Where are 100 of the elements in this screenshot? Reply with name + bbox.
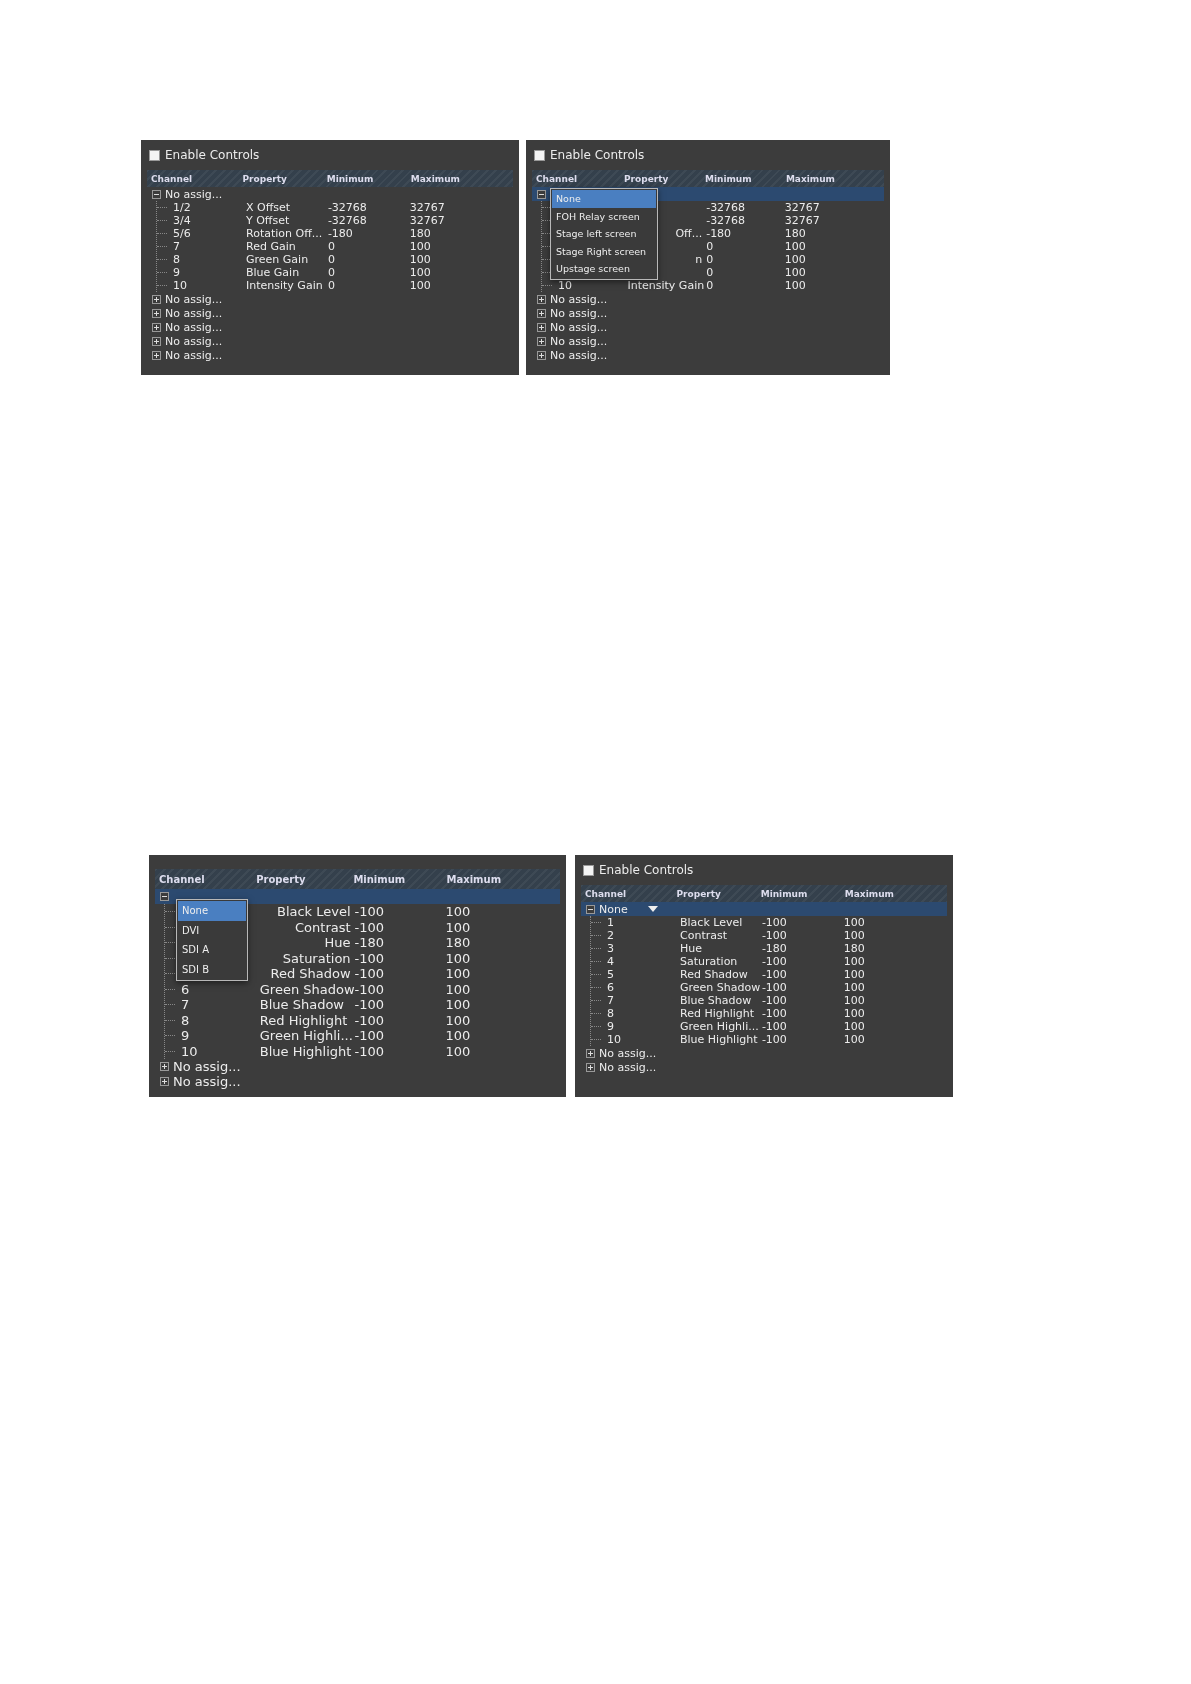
minimum-cell: -100 (354, 981, 385, 997)
menu-item[interactable]: None (178, 901, 246, 921)
expand-icon[interactable] (152, 322, 161, 332)
menu-item[interactable]: FOH Relay screen (552, 207, 656, 225)
group-label: No assig... (165, 348, 223, 362)
expand-icon[interactable] (537, 350, 546, 360)
expand-icon[interactable] (152, 350, 161, 360)
checkbox[interactable] (149, 149, 160, 161)
column-header[interactable]: Minimum (756, 888, 841, 899)
tree-row[interactable]: No assig... (532, 292, 884, 306)
menu-item[interactable]: None (552, 190, 656, 208)
column-header[interactable]: Channel (147, 173, 239, 184)
column-header[interactable]: Channel (581, 888, 673, 899)
collapse-icon[interactable] (152, 189, 161, 199)
maximum-cell: 100 (843, 994, 865, 1007)
maximum-cell: 100 (843, 1020, 865, 1033)
property-cell: Green Shadow (680, 981, 761, 994)
property-cell: Green Highli... (680, 1020, 759, 1033)
minimum-cell: -100 (761, 1007, 787, 1020)
tree-row[interactable]: No assig... (581, 1060, 947, 1074)
column-header[interactable]: Channel (155, 873, 253, 885)
maximum-cell: 100 (843, 955, 865, 968)
maximum-cell: 100 (843, 929, 865, 942)
group-label: None (599, 902, 628, 916)
channel-cell: 2 (607, 929, 614, 942)
minimum-cell: -100 (761, 929, 787, 942)
menu-item[interactable]: DVI (178, 920, 246, 940)
column-header[interactable]: Property (252, 873, 350, 885)
menu-item[interactable]: Stage Right screen (552, 242, 656, 260)
column-header[interactable]: Property (238, 173, 323, 184)
tree-row[interactable]: No assig... (147, 187, 513, 201)
column-header[interactable]: Minimum (349, 873, 443, 885)
column-header[interactable]: Minimum (700, 173, 782, 184)
tree-row[interactable]: No assig... (155, 1074, 560, 1089)
tree-row[interactable]: No assig... (147, 306, 513, 320)
minimum-cell: 0 (706, 279, 714, 292)
column-header[interactable]: Minimum (322, 173, 407, 184)
expand-icon[interactable] (537, 322, 546, 332)
property-cell: Blue Gain (246, 266, 300, 279)
property-cell: Saturation (282, 950, 351, 966)
expand-icon[interactable] (152, 308, 161, 318)
expand-icon[interactable] (160, 1062, 169, 1071)
minimum-cell: 0 (706, 266, 714, 279)
column-header[interactable]: Maximum (781, 173, 884, 184)
property-cell: X Offset (246, 201, 291, 214)
expand-icon[interactable] (586, 1048, 595, 1058)
tree-row[interactable]: No assig... (147, 292, 513, 306)
property-cell: Blue Highlight (259, 1043, 352, 1059)
menu-item[interactable]: SDI A (178, 940, 246, 960)
channel-cell: 5/6 (173, 227, 191, 240)
maximum-cell: 100 (445, 981, 471, 997)
property-cell: Red Shadow (270, 966, 351, 982)
group-label: No assig... (550, 320, 608, 334)
property-cell: Off... (675, 227, 703, 240)
menu-item[interactable]: SDI B (178, 959, 246, 979)
maximum-cell: 100 (843, 1033, 865, 1046)
tree-row[interactable]: No assig... (581, 1046, 947, 1060)
menu-item[interactable]: Stage left screen (552, 225, 656, 243)
tree-row[interactable]: No assig... (147, 320, 513, 334)
checkbox[interactable] (534, 149, 545, 161)
tree-row[interactable]: No assig... (155, 1059, 560, 1074)
maximum-cell: 100 (445, 1028, 471, 1044)
expand-icon[interactable] (537, 294, 546, 304)
expand-icon[interactable] (537, 308, 546, 318)
group-label: No assig... (550, 334, 608, 348)
tree-row[interactable]: No assig... (532, 306, 884, 320)
collapse-icon[interactable] (160, 892, 169, 901)
tree-row[interactable]: No assig... (532, 348, 884, 362)
property-cell: Blue Highlight (680, 1033, 758, 1046)
property-cell: Red Highlight (680, 1007, 755, 1020)
column-header[interactable]: Channel (532, 173, 620, 184)
checkbox-label: Enable Controls (165, 148, 260, 162)
property-cell: Blue Shadow (259, 997, 344, 1013)
caret-icon[interactable] (647, 906, 658, 912)
tree-row[interactable]: No assig... (532, 334, 884, 348)
maximum-cell: 100 (445, 950, 471, 966)
expand-icon[interactable] (152, 336, 161, 346)
tree-row[interactable]: No assig... (147, 348, 513, 362)
channel-cell: 10 (173, 279, 187, 292)
tree-row[interactable]: None (581, 902, 947, 916)
collapse-icon[interactable] (537, 189, 546, 199)
tree-row[interactable]: No assig... (147, 334, 513, 348)
minimum-cell: -100 (354, 1043, 385, 1059)
maximum-cell: 180 (409, 227, 431, 240)
expand-icon[interactable] (160, 1077, 169, 1086)
tree-row[interactable]: No assig... (532, 320, 884, 334)
expand-icon[interactable] (537, 336, 546, 346)
column-header[interactable]: Property (672, 888, 757, 899)
column-header[interactable]: Maximum (406, 173, 513, 184)
minimum-cell: -32768 (327, 214, 367, 227)
column-header[interactable]: Maximum (840, 888, 947, 899)
collapse-icon[interactable] (586, 904, 595, 914)
expand-icon[interactable] (152, 294, 161, 304)
column-header[interactable]: Property (620, 173, 701, 184)
expand-icon[interactable] (586, 1062, 595, 1072)
maximum-cell: 100 (445, 1043, 471, 1059)
group-label: No assig... (165, 306, 223, 320)
menu-item[interactable]: Upstage screen (552, 260, 656, 278)
column-header[interactable]: Maximum (442, 873, 560, 885)
checkbox[interactable] (583, 864, 594, 876)
